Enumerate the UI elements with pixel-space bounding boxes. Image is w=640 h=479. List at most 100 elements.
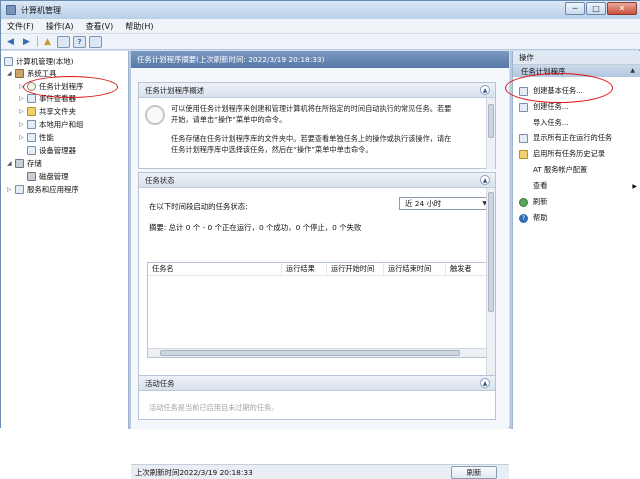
title-bar: 计算机管理 ─ □ ✕ [1, 1, 640, 19]
column-trigger[interactable]: 触发者 [446, 263, 486, 276]
active-tasks-section: 活动任务 ▲ 活动任务是当前已启用且未过期的任务。 [138, 375, 496, 420]
computer-icon [4, 57, 13, 66]
clock-icon [27, 82, 36, 91]
tree-root[interactable]: 计算机管理(本地) [4, 56, 74, 67]
actions-group-header[interactable]: 任务计划程序 ▲ [513, 65, 640, 77]
action-label: 创建基本任务... [533, 86, 583, 95]
shared-folder-icon [27, 107, 36, 116]
action-label: 帮助 [533, 213, 548, 222]
action-label: 刷新 [533, 197, 548, 206]
collapse-section-icon[interactable]: ▲ [480, 378, 490, 388]
action-refresh[interactable]: 刷新 [519, 195, 639, 209]
expand-icon[interactable]: ▷ [19, 108, 27, 115]
menu-file[interactable]: 文件(F) [1, 21, 40, 32]
status-period-dropdown[interactable]: 近 24 小时 ▼ [399, 197, 491, 210]
menu-action[interactable]: 操作(A) [40, 21, 80, 32]
actions-title: 操作 [513, 51, 640, 65]
actions-group-label: 任务计划程序 [521, 66, 566, 76]
tree-performance[interactable]: ▷ 性能 [19, 132, 54, 143]
back-arrow-icon[interactable]: ◀ [4, 36, 17, 48]
active-tasks-description: 活动任务是当前已启用且未过期的任务。 [149, 403, 279, 412]
last-refresh-text: 上次刷新时间2022/3/19 20:18:33 [135, 467, 253, 477]
tree-storage[interactable]: ◢ 存储 [7, 158, 42, 169]
tree-services-label: 服务和应用程序 [27, 185, 79, 194]
tree-disk-management-label: 磁盘管理 [39, 172, 69, 181]
task-status-section-title[interactable]: 任务状态 ▲ [139, 173, 495, 188]
expand-icon[interactable]: ▷ [19, 95, 27, 102]
overview-scrollbar[interactable] [486, 98, 495, 169]
toolbar-separator [37, 36, 38, 47]
tree-task-scheduler-label: 任务计划程序 [39, 82, 84, 91]
computer-management-icon [6, 5, 16, 15]
expand-icon[interactable]: ▷ [19, 83, 27, 90]
help-icon[interactable]: ? [73, 35, 86, 48]
action-at-service[interactable]: AT 服务帐户配置 [519, 163, 639, 177]
overview-text-2: 开始，请单击“操作”菜单中的命令。 [171, 115, 287, 124]
expand-icon[interactable]: ▷ [7, 186, 15, 193]
tree-device-manager[interactable]: 设备管理器 [27, 145, 76, 156]
overview-section-title[interactable]: 任务计划程序概述 ▲ [139, 83, 495, 98]
up-folder-icon[interactable]: ▲ [41, 36, 54, 48]
collapse-up-icon[interactable]: ▲ [630, 67, 635, 74]
column-run-result[interactable]: 运行结果 [282, 262, 327, 276]
import-task-icon [519, 119, 528, 128]
tree-system-tools[interactable]: ◢ 系统工具 [7, 68, 57, 79]
overview-scroll-thumb[interactable] [488, 104, 494, 138]
column-run-end[interactable]: 运行结束时间 [384, 262, 446, 276]
action-create-basic-task[interactable]: 创建基本任务... [519, 84, 639, 98]
action-enable-history[interactable]: 启用所有任务历史记录 [519, 147, 639, 161]
collapse-section-icon[interactable]: ▲ [480, 175, 490, 185]
forward-arrow-icon[interactable]: ▶ [20, 36, 33, 48]
running-tasks-icon [519, 133, 528, 143]
users-icon [27, 120, 36, 129]
tree-services[interactable]: ▷ 服务和应用程序 [7, 184, 79, 195]
refresh-button[interactable]: 刷新 [451, 466, 497, 479]
overview-section: 任务计划程序概述 ▲ 可以使用任务计划程序来创建和管理计算机将在所指定的时间自动… [138, 82, 496, 169]
table-horizontal-scrollbar[interactable] [148, 348, 486, 357]
table-scroll-thumb[interactable] [160, 350, 460, 356]
task-status-title-text: 任务状态 [145, 175, 175, 185]
help-icon: ? [519, 213, 528, 223]
action-show-running[interactable]: 显示所有正在运行的任务 [519, 131, 639, 145]
action-import-task[interactable]: 导入任务... [519, 116, 639, 130]
minimize-button[interactable]: ─ [565, 2, 585, 15]
device-manager-icon [27, 146, 36, 155]
menu-help[interactable]: 帮助(H) [119, 21, 159, 32]
menu-view[interactable]: 查看(V) [80, 21, 120, 32]
active-tasks-section-title[interactable]: 活动任务 ▲ [139, 376, 495, 391]
column-task-name[interactable]: 任务名 [148, 262, 282, 276]
action-view[interactable]: 查看 ▶ [519, 179, 639, 193]
tree-event-viewer-label: 事件查看器 [39, 94, 76, 103]
console-tree: 计算机管理(本地) ◢ 系统工具 ▷ 任务计划程序 ▷ 事件查看器 ▷ 共享文件… [1, 51, 129, 429]
tree-system-tools-label: 系统工具 [27, 69, 57, 78]
tree-local-users[interactable]: ▷ 本地用户和组 [19, 119, 83, 130]
show-hide-tree-icon[interactable] [57, 35, 70, 48]
column-run-start[interactable]: 运行开始时间 [327, 262, 384, 276]
tree-disk-management[interactable]: 磁盘管理 [27, 171, 69, 182]
action-label: 查看 [533, 181, 548, 190]
maximize-button[interactable]: □ [586, 2, 606, 15]
tree-event-viewer[interactable]: ▷ 事件查看器 [19, 93, 76, 104]
collapse-icon[interactable]: ◢ [7, 160, 15, 167]
expand-icon[interactable]: ▷ [19, 134, 27, 141]
action-help[interactable]: ? 帮助 [519, 211, 639, 225]
at-service-icon [519, 166, 528, 175]
collapse-icon[interactable]: ◢ [7, 70, 15, 77]
view-icon [519, 182, 528, 191]
table-header: 任务名 运行结果 运行开始时间 运行结束时间 触发者 [148, 262, 486, 276]
tree-task-scheduler[interactable]: ▷ 任务计划程序 [19, 81, 83, 92]
toolbar: ◀ ▶ ▲ ? [1, 34, 640, 50]
tree-local-users-label: 本地用户和组 [39, 120, 84, 129]
window-title: 计算机管理 [21, 5, 61, 15]
action-create-task[interactable]: 创建任务... [519, 100, 639, 114]
tree-shared-folders[interactable]: ▷ 共享文件夹 [19, 106, 76, 117]
action-pane-icon[interactable] [89, 35, 102, 48]
expand-icon[interactable]: ▷ [19, 121, 27, 128]
close-button[interactable]: ✕ [607, 2, 637, 15]
task-status-scroll-thumb[interactable] [488, 192, 494, 312]
status-period-label: 在以下时间段启动的任务状态: [149, 202, 248, 211]
overview-text-3: 任务存储在任务计划程序库的文件夹中。若要查看单独任务上的操作或执行该操作，请在 [171, 134, 452, 143]
collapse-section-icon[interactable]: ▲ [480, 85, 490, 95]
tree-shared-folders-label: 共享文件夹 [39, 107, 76, 116]
event-viewer-icon [27, 94, 36, 103]
